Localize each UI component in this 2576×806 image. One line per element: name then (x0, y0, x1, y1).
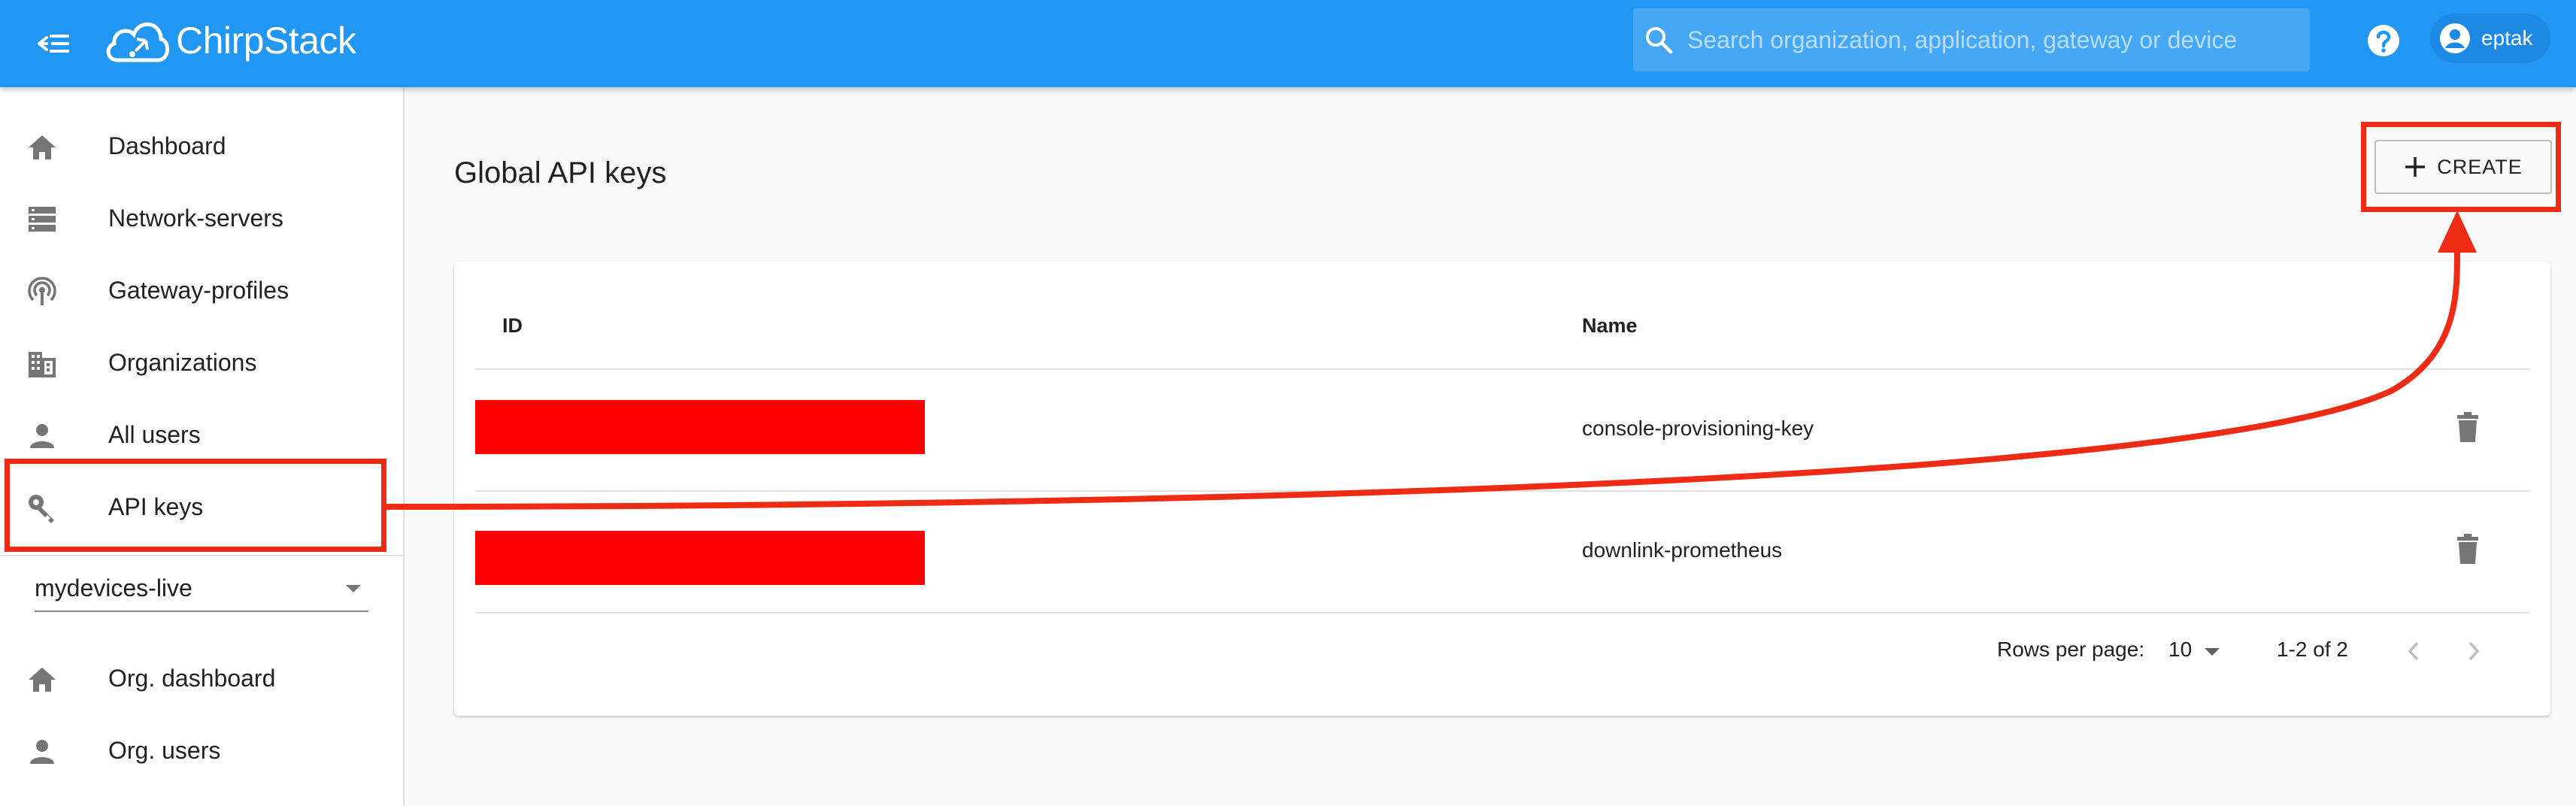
redacted-id (475, 400, 925, 454)
sidebar-item-org-users[interactable]: Org. users (0, 714, 403, 786)
redacted-id (475, 531, 925, 585)
sidebar-item-gateway-profiles[interactable]: Gateway-profiles (0, 254, 403, 326)
column-header-id: ID (502, 314, 523, 337)
header-divider (475, 368, 2529, 370)
collapse-menu-button[interactable] (33, 23, 75, 65)
sidebar-divider (0, 555, 403, 556)
chevron-down-icon (346, 585, 361, 592)
home-icon (29, 668, 56, 692)
organization-select-value: mydevices-live (35, 574, 192, 601)
rows-per-page-select[interactable]: 10 (2168, 638, 2192, 662)
sidebar: Dashboard Network-servers Gateway-profil… (0, 87, 405, 806)
rows-per-page-label: Rows per page: (1997, 638, 2145, 661)
search-icon (1646, 27, 1673, 54)
radio-tower-icon (28, 277, 56, 305)
account-circle-icon (2440, 23, 2470, 53)
trash-icon (2457, 412, 2478, 442)
domain-icon (29, 352, 56, 377)
help-button[interactable] (2362, 20, 2405, 62)
help-icon (2368, 25, 2399, 56)
sidebar-item-organizations[interactable]: Organizations (0, 326, 403, 398)
user-name: eptak (2481, 26, 2533, 50)
sidebar-item-label: Organizations (108, 348, 257, 376)
page-title: Global API keys (454, 156, 667, 189)
row-divider (475, 612, 2529, 614)
global-search-input[interactable]: Search organization, application, gatewa… (1633, 8, 2310, 71)
app-header: ChirpStack Search organization, applicat… (0, 0, 2576, 87)
sidebar-item-label: All users (108, 420, 201, 448)
user-menu-button[interactable]: eptak (2430, 14, 2550, 63)
cloud-logo-icon (106, 22, 169, 62)
chevron-left-icon (2408, 641, 2419, 661)
column-header-name: Name (1582, 314, 1638, 337)
api-key-name: console-provisioning-key (1582, 417, 1814, 440)
person-icon (30, 424, 54, 448)
highlight-api-keys (5, 459, 386, 552)
chevron-right-icon (2468, 641, 2480, 661)
sidebar-item-label: Dashboard (108, 132, 226, 159)
trash-icon (2457, 534, 2478, 564)
api-key-name: downlink-prometheus (1582, 538, 1783, 562)
highlight-create-button (2361, 122, 2561, 212)
delete-button[interactable] (2447, 406, 2489, 448)
app-name: ChirpStack (176, 20, 356, 62)
row-divider (475, 490, 2529, 492)
sidebar-item-label: Network-servers (108, 204, 283, 232)
chevron-down-icon (2205, 648, 2220, 656)
menu-open-icon (38, 35, 69, 53)
next-page-button[interactable] (2456, 633, 2492, 669)
delete-button[interactable] (2447, 528, 2489, 570)
organization-select[interactable]: mydevices-live (35, 565, 368, 612)
server-icon (29, 207, 56, 232)
sidebar-item-label: Gateway-profiles (108, 276, 289, 304)
sidebar-item-network-servers[interactable]: Network-servers (0, 182, 403, 254)
api-keys-table: ID Name console-provisioning-key downlin… (454, 262, 2550, 716)
previous-page-button[interactable] (2396, 633, 2432, 669)
sidebar-item-label: Org. users (108, 736, 221, 764)
search-placeholder: Search organization, application, gatewa… (1687, 26, 2238, 53)
sidebar-item-dashboard[interactable]: Dashboard (0, 110, 403, 182)
sidebar-item-label: Org. dashboard (108, 664, 276, 692)
sidebar-item-org-dashboard[interactable]: Org. dashboard (0, 642, 403, 714)
person-icon (30, 740, 54, 764)
pagination-range: 1-2 of 2 (2277, 638, 2348, 661)
home-icon (29, 135, 56, 159)
app-logo[interactable]: ChirpStack (102, 11, 356, 71)
